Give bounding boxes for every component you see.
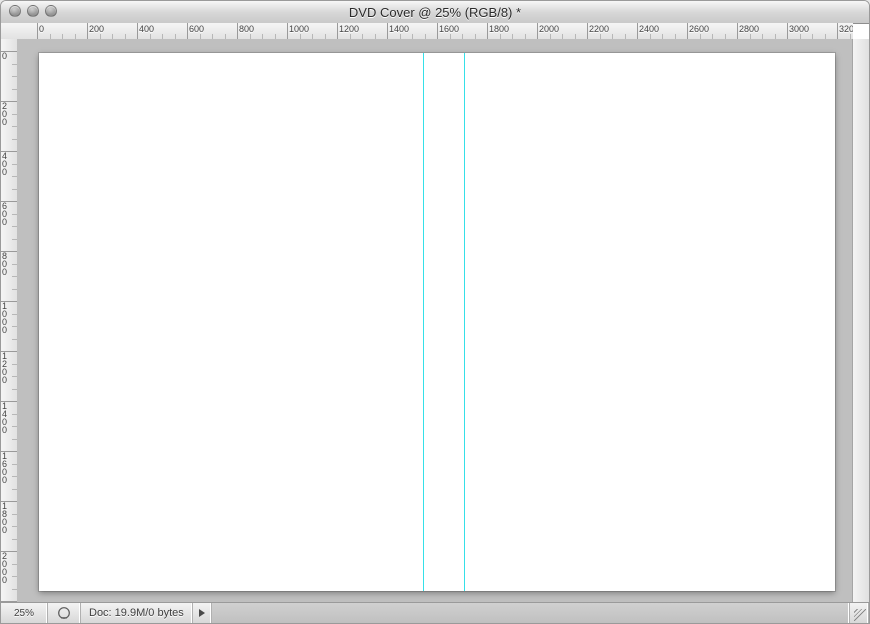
status-spacer — [212, 603, 850, 623]
window-controls — [9, 5, 57, 17]
vertical-ruler[interactable]: 0200400600800100012001400160018002000220… — [1, 39, 18, 603]
vertical-scrollbar[interactable] — [852, 39, 869, 603]
vertical-guide[interactable] — [464, 53, 465, 591]
file-info-icon — [57, 606, 71, 620]
vertical-guide[interactable] — [423, 53, 424, 591]
resize-grip[interactable] — [850, 603, 869, 623]
zoom-field[interactable]: 25% — [1, 603, 48, 623]
horizontal-ruler[interactable]: 0200400600800100012001400160018002000220… — [17, 23, 853, 40]
doc-size-label[interactable]: Doc: 19.9M/0 bytes — [81, 603, 193, 623]
window-title: DVD Cover @ 25% (RGB/8) * — [1, 5, 869, 20]
canvas-viewport[interactable] — [17, 39, 853, 603]
minimize-icon[interactable] — [27, 5, 39, 17]
titlebar[interactable]: DVD Cover @ 25% (RGB/8) * — [1, 1, 869, 24]
flyout-arrow-icon — [198, 608, 206, 618]
file-info-button[interactable] — [48, 603, 81, 623]
ruler-origin[interactable] — [1, 23, 18, 40]
workarea: 0200400600800100012001400160018002000220… — [1, 23, 869, 603]
status-flyout-button[interactable] — [193, 603, 212, 623]
zoom-value: 25% — [14, 608, 34, 619]
status-bar: 25% Doc: 19.9M/0 bytes — [1, 602, 869, 623]
document-window: DVD Cover @ 25% (RGB/8) * 02004006008001… — [0, 0, 870, 624]
close-icon[interactable] — [9, 5, 21, 17]
zoom-icon[interactable] — [45, 5, 57, 17]
document-canvas[interactable] — [39, 53, 835, 591]
